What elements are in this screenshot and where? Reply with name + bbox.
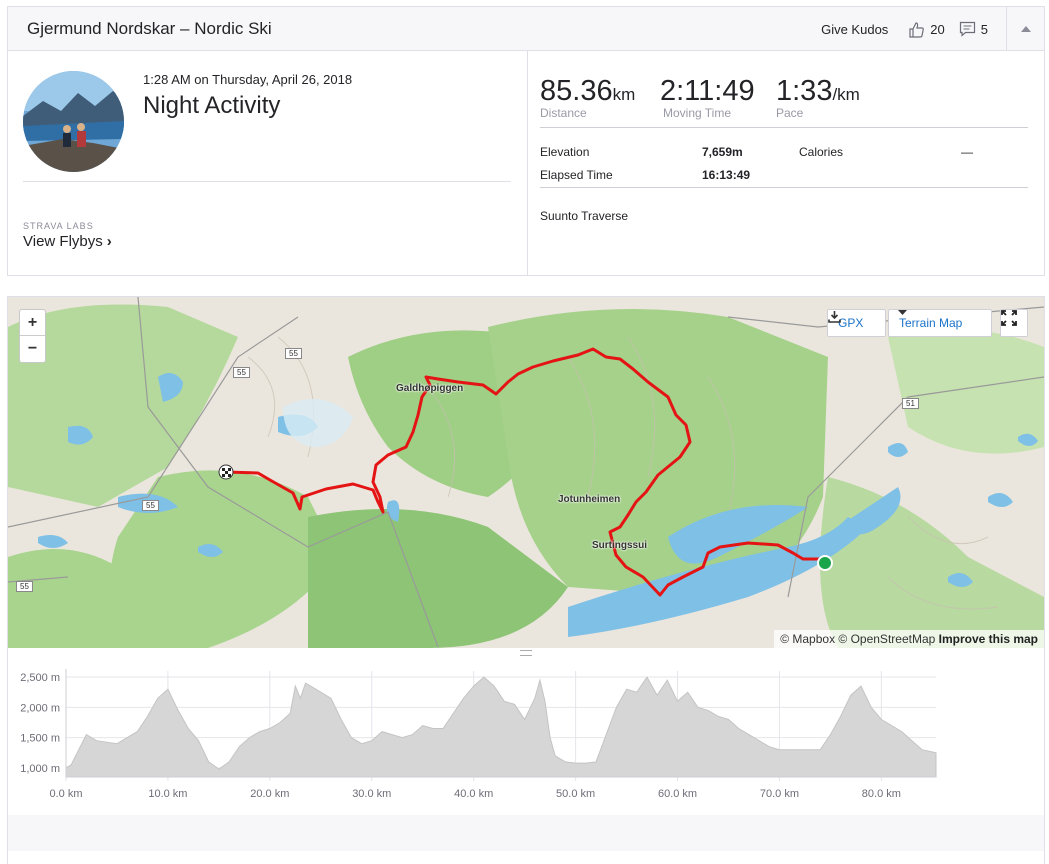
- x-tick-label: 0.0 km: [49, 788, 82, 800]
- activity-name: Night Activity: [143, 92, 281, 119]
- x-tick-label: 40.0 km: [454, 788, 493, 800]
- pace-label: Pace: [776, 106, 804, 120]
- collapse-button[interactable]: [1006, 7, 1044, 51]
- card-body: 1:28 AM on Thursday, April 26, 2018 Nigh…: [8, 51, 1044, 275]
- caret-up-icon: [1020, 26, 1031, 32]
- calories-label: Calories: [799, 145, 844, 159]
- map-label-galdhopiggen: Galdhøpiggen: [396, 383, 464, 394]
- divider: [540, 187, 1028, 188]
- calories-value: —: [961, 145, 973, 159]
- activity-summary: 1:28 AM on Thursday, April 26, 2018 Nigh…: [8, 51, 528, 275]
- stat-moving-time: 2:11:49 Moving Time: [660, 75, 755, 120]
- device-name: Suunto Traverse: [540, 209, 629, 223]
- fullscreen-button[interactable]: [1000, 309, 1028, 337]
- divider: [23, 181, 511, 182]
- comments-count-value: 5: [980, 21, 988, 37]
- x-tick-label: 20.0 km: [250, 788, 289, 800]
- elevation-area: [65, 676, 937, 778]
- thumbs-up-icon: [909, 21, 925, 38]
- elevation-value: 7,659m: [702, 145, 743, 159]
- chart-footer: [8, 815, 1044, 851]
- x-tick-label: 10.0 km: [148, 788, 187, 800]
- expand-icon: [1001, 310, 1017, 326]
- attribution-text: © Mapbox © OpenStreetMap: [780, 632, 936, 646]
- kudos-count[interactable]: 20: [908, 21, 945, 38]
- improve-map-link[interactable]: Improve this map: [939, 632, 1038, 646]
- x-tick-label: 30.0 km: [352, 788, 391, 800]
- elevation-label: Elevation: [540, 145, 590, 159]
- x-tick-label: 80.0 km: [862, 788, 901, 800]
- resize-handle[interactable]: [520, 650, 532, 656]
- chevron-right-icon: ›: [106, 233, 112, 250]
- route-map[interactable]: Galdhøpiggen Jotunheimen Surtingssui 55 …: [8, 297, 1044, 648]
- distance-value: 85.36: [540, 75, 613, 107]
- download-icon: [828, 311, 841, 323]
- activity-date: 1:28 AM on Thursday, April 26, 2018: [143, 72, 353, 87]
- view-flybys-label: View Flybys: [23, 233, 103, 250]
- activity-stats: 85.36km Distance 2:11:49 Moving Time 1:3…: [528, 51, 1044, 275]
- map-canvas: [8, 297, 1044, 648]
- road-shield-55: 55: [142, 500, 159, 511]
- map-label-surtingssui: Surtingssui: [592, 540, 648, 551]
- road-shield-55: 55: [285, 348, 302, 359]
- header-actions: Give Kudos 20 5: [821, 7, 1044, 51]
- avatar-photo: [23, 71, 124, 172]
- moving-time-value: 2:11:49: [660, 75, 755, 107]
- activity-card: Gjermund Nordskar – Nordic Ski Give Kudo…: [7, 6, 1045, 276]
- give-kudos-button[interactable]: Give Kudos: [821, 22, 888, 37]
- pace-value: 1:33: [776, 75, 833, 107]
- divider: [540, 127, 1028, 128]
- zoom-in-button[interactable]: +: [20, 310, 45, 336]
- pace-unit: /km: [832, 85, 860, 104]
- caret-down-icon: [898, 310, 907, 315]
- elevation-chart-svg: 2,500 m 2,000 m 1,500 m 1,000 m 0.0 km 10.0 k…: [20, 669, 937, 800]
- road-shield-55: 55: [16, 581, 33, 592]
- y-tick-label: 2,500 m: [20, 672, 60, 684]
- stat-distance: 85.36km Distance: [540, 75, 635, 120]
- map-panel: Galdhøpiggen Jotunheimen Surtingssui 55 …: [7, 296, 1045, 864]
- zoom-control: + −: [19, 309, 46, 363]
- strava-labs-label: STRAVA LABS: [23, 221, 94, 231]
- distance-unit: km: [612, 85, 636, 104]
- gpx-download-button[interactable]: GPX: [827, 309, 886, 337]
- avatar[interactable]: [23, 71, 124, 172]
- map-type-label: Terrain Map: [899, 316, 963, 330]
- y-tick-label: 1,000 m: [20, 763, 60, 775]
- start-marker: [817, 555, 833, 571]
- map-type-dropdown[interactable]: Terrain Map: [888, 309, 992, 337]
- comments-count[interactable]: 5: [959, 21, 988, 37]
- finish-flag-icon: [218, 464, 234, 480]
- elevation-chart[interactable]: 2,500 m 2,000 m 1,500 m 1,000 m 0.0 km 10.0 k…: [8, 657, 1044, 817]
- moving-time-label: Moving Time: [663, 106, 732, 120]
- x-tick-label: 50.0 km: [556, 788, 595, 800]
- elapsed-time-label: Elapsed Time: [540, 168, 613, 182]
- activity-title: Gjermund Nordskar – Nordic Ski: [27, 19, 272, 38]
- kudos-count-value: 20: [930, 21, 945, 37]
- comment-icon: [959, 21, 975, 37]
- stat-pace: 1:33/km Pace: [776, 75, 860, 120]
- x-tick-label: 70.0 km: [760, 788, 799, 800]
- gpx-label: GPX: [838, 316, 864, 330]
- road-shield-55: 55: [233, 367, 250, 378]
- road-shield-51: 51: [902, 398, 919, 409]
- view-flybys-link[interactable]: View Flybys ›: [23, 233, 112, 250]
- map-label-jotunheimen: Jotunheimen: [558, 494, 621, 505]
- elapsed-time-value: 16:13:49: [702, 168, 751, 182]
- y-tick-label: 2,000 m: [20, 702, 60, 714]
- zoom-out-button[interactable]: −: [20, 336, 45, 362]
- distance-label: Distance: [540, 106, 587, 120]
- card-header: Gjermund Nordskar – Nordic Ski Give Kudo…: [8, 7, 1044, 51]
- x-tick-label: 60.0 km: [658, 788, 697, 800]
- y-tick-label: 1,500 m: [20, 733, 60, 745]
- map-attribution: © Mapbox © OpenStreetMap Improve this ma…: [774, 630, 1044, 648]
